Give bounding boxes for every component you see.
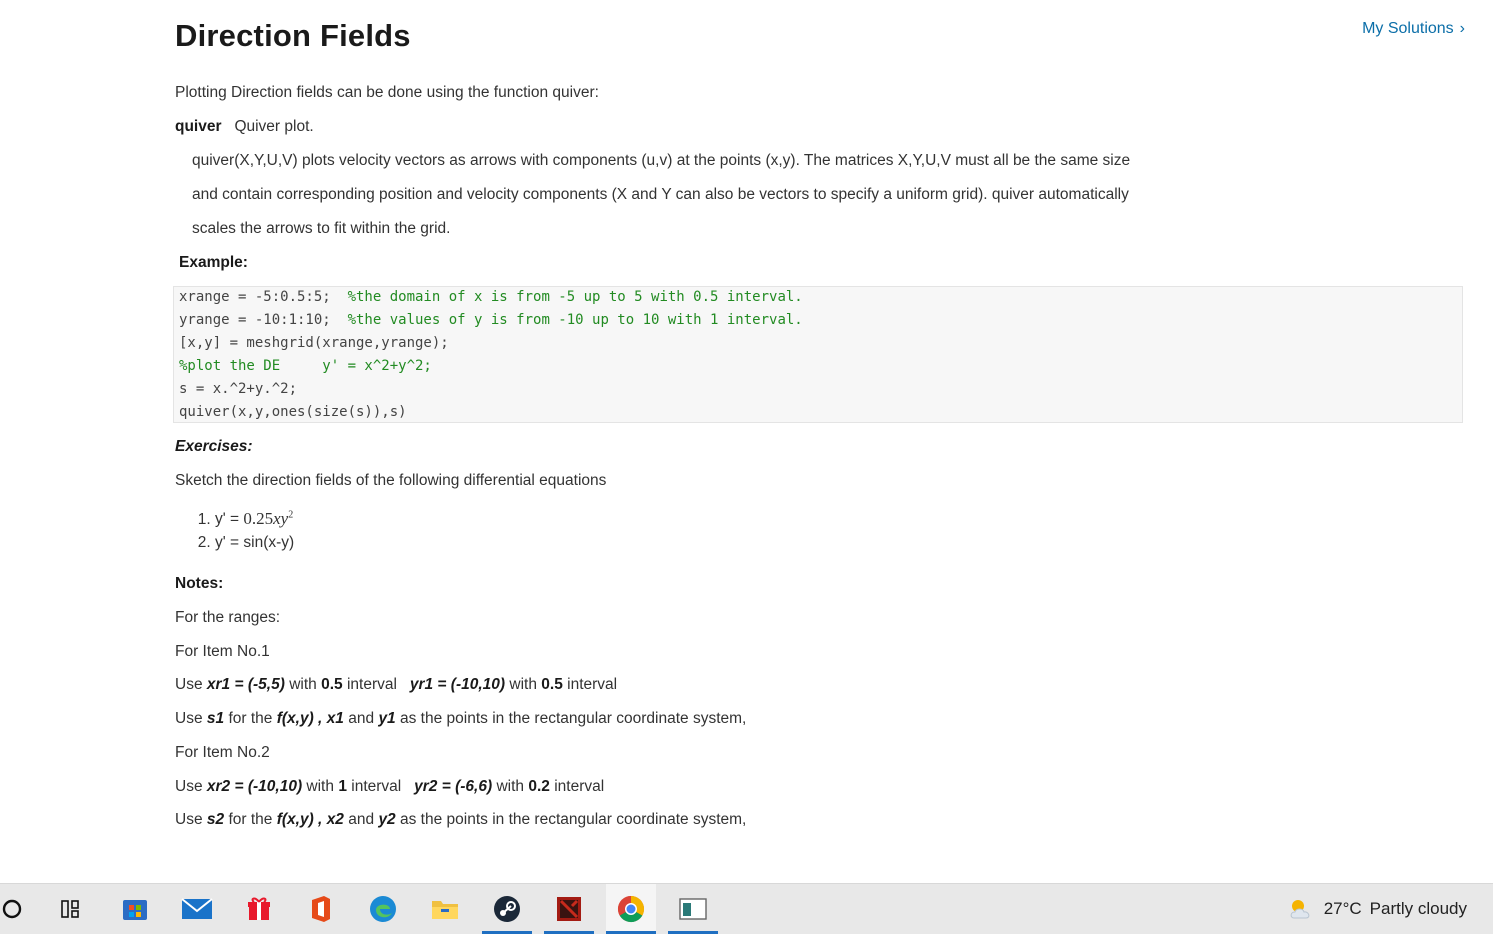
interval-text: interval — [567, 676, 618, 693]
yr1-value: yr1 = (-10,10) — [409, 676, 506, 693]
quiver-help-heading: quiver Quiver plot. — [175, 118, 314, 136]
weather-widget[interactable]: 27°C Partly cloudy — [1286, 884, 1467, 934]
for-the-text: for the — [228, 710, 273, 727]
notes-item2-points: Use s2 for the f(x,y) , x2 and y2 as the… — [175, 811, 746, 829]
and-text: and — [348, 710, 375, 727]
code-line-3: [x,y] = meshgrid(xrange,yrange); — [179, 335, 449, 351]
office-icon[interactable] — [296, 884, 346, 934]
exercise-item-2: y' = sin(x-y) — [215, 531, 294, 554]
code-line-1: xrange = -5:0.5:5; %the domain of x is f… — [179, 289, 803, 305]
xr2-value: xr2 = (-10,10) — [206, 778, 303, 795]
my-solutions-label: My Solutions — [1362, 20, 1454, 37]
store-icon[interactable] — [110, 884, 160, 934]
with-text: with — [509, 676, 537, 693]
and-text: and — [348, 811, 375, 828]
quiver-desc-3: scales the arrows to fit within the grid… — [192, 220, 451, 237]
quiver-short: Quiver plot. — [234, 118, 314, 135]
notes-item1-label: For Item No.1 — [175, 643, 270, 660]
dota-icon[interactable] — [544, 884, 594, 934]
exercise-item-1: y' = 0.25xy2 — [215, 503, 294, 531]
use-text: Use — [175, 710, 203, 727]
s2-var: s2 — [206, 811, 225, 828]
x1-var: x1 — [326, 710, 344, 727]
y1-var: y1 — [378, 710, 396, 727]
gift-icon[interactable] — [234, 884, 284, 934]
points-text: as the points in the rectangular coordin… — [400, 811, 747, 828]
cortana-icon[interactable] — [0, 884, 37, 934]
interval-text: interval — [351, 778, 402, 795]
notes-heading: Notes: — [175, 575, 224, 592]
exercise-1-math: 0.25xy2 — [243, 509, 293, 528]
yr1-interval-value: 0.5 — [541, 676, 563, 693]
code-line-6: quiver(x,y,ones(size(s)),s) — [179, 404, 407, 420]
my-solutions-link[interactable]: My Solutions › — [1362, 20, 1465, 38]
weather-desc: Partly cloudy — [1369, 899, 1467, 918]
yr2-value: yr2 = (-6,6) — [414, 778, 493, 795]
with-text: with — [306, 778, 334, 795]
code-line-4: %plot the DE y' = x^2+y^2; — [179, 358, 432, 374]
quiver-name: quiver — [175, 118, 222, 135]
notes-item1-ranges: Use xr1 = (-5,5) with 0.5 interval yr1 =… — [175, 676, 617, 694]
code-line-2: yrange = -10:1:10; %the values of y is f… — [179, 312, 803, 328]
code-text: xrange = -5:0.5:5; — [179, 289, 348, 305]
with-text: with — [496, 778, 525, 795]
fxy-text: f(x,y) , — [276, 811, 323, 828]
chrome-icon[interactable] — [606, 884, 656, 934]
code-example[interactable]: xrange = -5:0.5:5; %the domain of x is f… — [173, 286, 1463, 423]
example-heading: Example: — [179, 254, 248, 271]
app-window-icon[interactable] — [668, 884, 718, 934]
notes-item1-points: Use s1 for the f(x,y) , x1 and y1 as the… — [175, 710, 746, 728]
interval-text: interval — [346, 676, 397, 693]
exercise-1-coef: 0.25 — [243, 508, 274, 528]
y2-var: y2 — [378, 811, 396, 828]
mail-icon[interactable] — [172, 884, 222, 934]
code-comment: %the values of y is from -10 up to 10 wi… — [347, 312, 803, 328]
with-text: with — [289, 676, 317, 693]
code-comment: %the domain of x is from -5 up to 5 with… — [347, 289, 803, 305]
partly-cloudy-icon — [1290, 900, 1310, 919]
xr1-interval-value: 0.5 — [321, 676, 343, 693]
notes-ranges: For the ranges: — [175, 609, 281, 626]
exercises-intro: Sketch the direction fields of the follo… — [175, 472, 607, 489]
fxy-text: f(x,y) , — [276, 710, 323, 727]
s1-var: s1 — [206, 710, 225, 727]
use-text: Use — [175, 811, 203, 828]
exercises-heading: Exercises: — [175, 438, 253, 455]
exercise-1-vars: xy — [273, 508, 289, 528]
weather-temp: 27°C — [1323, 899, 1362, 918]
quiver-desc-1: quiver(X,Y,U,V) plots velocity vectors a… — [192, 152, 1131, 169]
notes-item2-ranges: Use xr2 = (-10,10) with 1 interval yr2 =… — [175, 778, 604, 796]
steam-icon[interactable] — [482, 884, 532, 934]
x2-var: x2 — [326, 811, 344, 828]
edge-icon[interactable] — [358, 884, 408, 934]
taskbar: 27°C Partly cloudy — [0, 883, 1493, 934]
code-line-5: s = x.^2+y.^2; — [179, 381, 298, 397]
interval-text: interval — [554, 778, 605, 795]
exercise-1-exponent: 2 — [288, 509, 294, 520]
xr2-interval-value: 1 — [338, 778, 347, 795]
for-the-text: for the — [228, 811, 273, 828]
notes-item2-label: For Item No.2 — [175, 744, 270, 761]
intro-text: Plotting Direction fields can be done us… — [175, 84, 599, 101]
quiver-desc-2: and contain corresponding position and v… — [192, 186, 1129, 203]
code-text: yrange = -10:1:10; — [179, 312, 348, 328]
exercise-1-prefix: y' = — [215, 510, 244, 528]
use-text: Use — [175, 676, 203, 693]
task-view-icon[interactable] — [45, 884, 95, 934]
yr2-interval-value: 0.2 — [528, 778, 550, 795]
page-title: Direction Fields — [175, 18, 411, 53]
file-explorer-icon[interactable] — [420, 884, 470, 934]
use-text: Use — [175, 778, 203, 795]
points-text: as the points in the rectangular coordin… — [400, 710, 747, 727]
xr1-value: xr1 = (-5,5) — [206, 676, 285, 693]
chevron-right-icon: › — [1459, 20, 1465, 37]
exercise-list: y' = 0.25xy2 y' = sin(x-y) — [213, 503, 294, 554]
